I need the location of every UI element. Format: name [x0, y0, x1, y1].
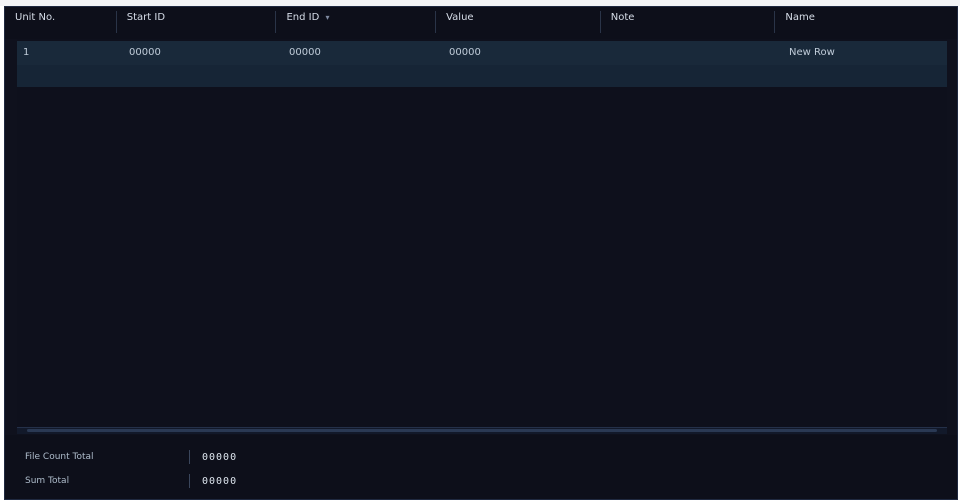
footer-divider [189, 450, 190, 464]
column-header-label: Start ID [126, 12, 166, 23]
scrollbar-thumb[interactable] [27, 429, 937, 432]
sort-arrow-icon: ▾ [325, 13, 330, 22]
footer-row-file-count: File Count Total 00000 [25, 449, 237, 465]
table-row[interactable]: 1 00000 00000 00000 New Row [17, 41, 947, 65]
column-header-label: Value [446, 12, 474, 23]
cell-start-id [123, 64, 283, 88]
cell-end-id: 00000 [289, 47, 321, 58]
horizontal-scrollbar[interactable] [17, 427, 947, 434]
footer-label: Sum Total [25, 476, 70, 486]
cell-value: 00000 [449, 47, 481, 58]
column-header-start-id[interactable]: Start ID [117, 7, 277, 39]
footer-value: 00000 [202, 451, 238, 463]
footer-label: File Count Total [25, 452, 94, 462]
table-header: Unit No. Start ID End ID ▾ Value Note Na… [5, 7, 957, 39]
column-header-note[interactable]: Note [601, 7, 776, 39]
cell-value [443, 64, 608, 88]
cell-name [783, 64, 943, 88]
column-header-label: End ID [286, 12, 320, 23]
cell-end-id [283, 64, 443, 88]
cell-note [608, 64, 783, 88]
table-row[interactable] [17, 65, 947, 87]
column-header-unit-no[interactable]: Unit No. [5, 7, 117, 39]
column-header-value[interactable]: Value [436, 7, 601, 39]
cell-unit-no [17, 64, 123, 88]
cell-note [608, 41, 783, 65]
cell-unit-no: 1 [23, 47, 30, 58]
footer-row-sum-total: Sum Total 00000 [25, 473, 237, 489]
column-header-label: Unit No. [15, 12, 56, 23]
footer-summary: File Count Total 00000 Sum Total 00000 [5, 435, 957, 499]
column-header-end-id[interactable]: End ID ▾ [276, 7, 436, 39]
column-header-name[interactable]: Name [775, 7, 957, 39]
table-panel: Unit No. Start ID End ID ▾ Value Note Na… [4, 6, 958, 500]
column-header-label: Name [785, 12, 815, 23]
footer-divider [189, 474, 190, 488]
table-body[interactable]: 1 00000 00000 00000 New Row [17, 39, 947, 429]
cell-start-id: 00000 [129, 47, 161, 58]
cell-name: New Row [789, 47, 835, 58]
column-header-label: Note [610, 12, 635, 23]
footer-value: 00000 [202, 475, 238, 487]
